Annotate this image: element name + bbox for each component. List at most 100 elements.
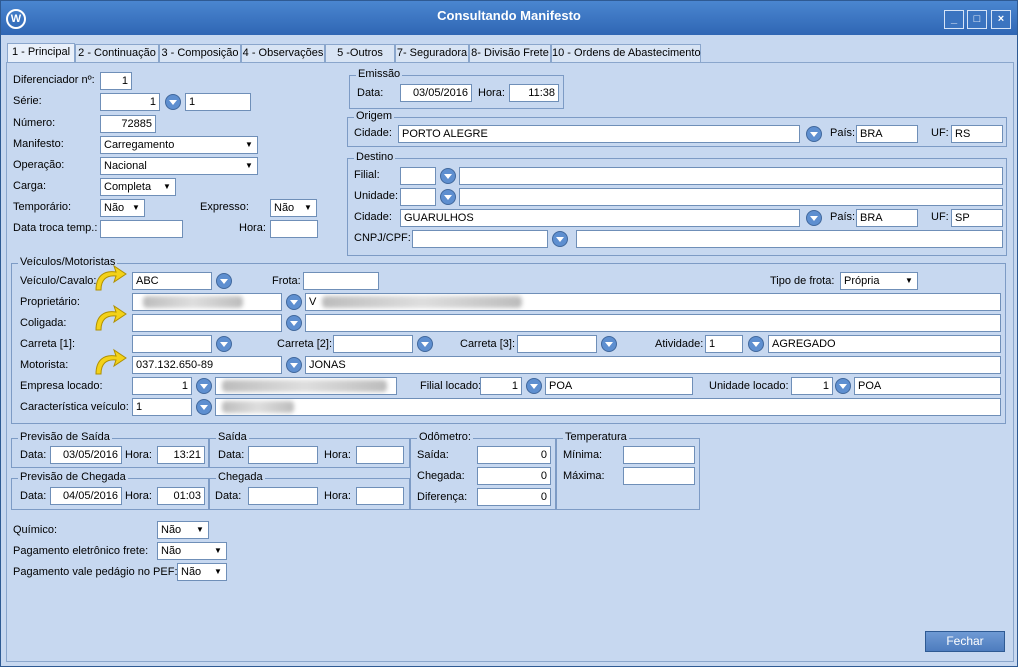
saida-data-field[interactable] — [248, 446, 318, 464]
emissao-data-label: Data: — [357, 87, 384, 99]
origem-pais-field[interactable]: BRA — [856, 125, 918, 143]
unidade-locado-lookup-icon[interactable] — [835, 378, 851, 394]
atividade-field[interactable]: 1 — [705, 335, 743, 353]
origem-cidade-field[interactable]: PORTO ALEGRE — [398, 125, 800, 143]
temporario-select[interactable]: Não ▼ — [100, 199, 145, 217]
motorista-field[interactable]: 037.132.650-89 — [132, 356, 282, 374]
prev-chegada-hora-field[interactable]: 01:03 — [157, 487, 205, 505]
motorista-lookup-icon[interactable] — [286, 357, 302, 373]
empresa-locado-lookup-icon[interactable] — [196, 378, 212, 394]
prev-saida-hora-field[interactable]: 13:21 — [157, 446, 205, 464]
tab-seguradora[interactable]: 7- Seguradora — [395, 44, 469, 62]
carreta2-lookup-icon[interactable] — [417, 336, 433, 352]
filial-locado-lookup-icon[interactable] — [526, 378, 542, 394]
tab-observacoes[interactable]: 4 - Observações — [241, 44, 325, 62]
numero-field[interactable]: 72885 — [100, 115, 156, 133]
carga-select[interactable]: Completa ▼ — [100, 178, 176, 196]
tipo-frota-select[interactable]: Própria ▼ — [840, 272, 918, 290]
coligada-lookup-icon[interactable] — [286, 315, 302, 331]
destino-cidade-field[interactable]: GUARULHOS — [400, 209, 800, 227]
atividade-lookup-icon[interactable] — [748, 336, 764, 352]
veiculo-field[interactable]: ABC — [132, 272, 212, 290]
motorista-label: Motorista: — [20, 359, 69, 371]
destino-unidade-lookup-icon[interactable] — [440, 189, 456, 205]
destino-uf-field[interactable]: SP — [951, 209, 1003, 227]
data-troca-field[interactable] — [100, 220, 183, 238]
filial-locado-name[interactable]: POA — [545, 377, 693, 395]
minimize-button[interactable]: _ — [944, 10, 964, 29]
saida-hora-field[interactable] — [356, 446, 404, 464]
manifesto-select[interactable]: Carregamento ▼ — [100, 136, 258, 154]
unidade-locado-field[interactable]: 1 — [791, 377, 833, 395]
destino-cnpj-lookup-icon[interactable] — [552, 231, 568, 247]
empresa-locado-field[interactable]: 1 — [132, 377, 192, 395]
caracteristica-name[interactable] — [215, 398, 1001, 416]
destino-filial-name[interactable] — [459, 167, 1003, 185]
proprietario-name[interactable]: V — [305, 293, 1001, 311]
maximize-button[interactable]: □ — [967, 10, 987, 29]
hora-troca-field[interactable] — [270, 220, 318, 238]
destino-cidade-lookup-icon[interactable] — [806, 210, 822, 226]
carreta2-field[interactable] — [333, 335, 413, 353]
tab-ordens-abastecimento[interactable]: 10 - Ordens de Abastecimento — [551, 44, 701, 62]
diferenciador-field[interactable]: 1 — [100, 72, 132, 90]
tab-outros[interactable]: 5 -Outros — [325, 44, 395, 62]
serie-field-2[interactable]: 1 — [185, 93, 251, 111]
hora-troca-label: Hora: — [239, 222, 266, 234]
pagamento-pedagio-select[interactable]: Não ▼ — [177, 563, 227, 581]
serie-lookup-icon[interactable] — [165, 94, 181, 110]
destino-unidade-field[interactable] — [400, 188, 436, 206]
proprietario-field[interactable] — [132, 293, 282, 311]
carreta3-field[interactable] — [517, 335, 597, 353]
destino-cnpj-field[interactable] — [412, 230, 548, 248]
prev-chegada-data-field[interactable]: 04/05/2016 — [50, 487, 122, 505]
serie-field[interactable]: 1 — [100, 93, 160, 111]
caracteristica-lookup-icon[interactable] — [196, 399, 212, 415]
destino-filial-field[interactable] — [400, 167, 436, 185]
tab-principal[interactable]: 1 - Principal — [7, 43, 75, 62]
temperatura-minima-field[interactable] — [623, 446, 695, 464]
destino-pais-field[interactable]: BRA — [856, 209, 918, 227]
origem-uf-field[interactable]: RS — [951, 125, 1003, 143]
expresso-select[interactable]: Não ▼ — [270, 199, 317, 217]
chegada-data-field[interactable] — [248, 487, 318, 505]
odometro-chegada-field[interactable]: 0 — [477, 467, 551, 485]
tab-continuacao[interactable]: 2 - Continuação — [75, 44, 159, 62]
quimico-select[interactable]: Não ▼ — [157, 521, 209, 539]
unidade-locado-label: Unidade locado: — [709, 380, 789, 392]
carreta1-field[interactable] — [132, 335, 212, 353]
carreta1-lookup-icon[interactable] — [216, 336, 232, 352]
origem-cidade-lookup-icon[interactable] — [806, 126, 822, 142]
destino-filial-lookup-icon[interactable] — [440, 168, 456, 184]
tab-divisao-frete[interactable]: 8- Divisão Frete — [469, 44, 551, 62]
frota-field[interactable] — [303, 272, 379, 290]
odometro-diferenca-field[interactable]: 0 — [477, 488, 551, 506]
filial-locado-field[interactable]: 1 — [480, 377, 522, 395]
chegada-hora-field[interactable] — [356, 487, 404, 505]
odometro-saida-field[interactable]: 0 — [477, 446, 551, 464]
pagamento-eletronico-select[interactable]: Não ▼ — [157, 542, 227, 560]
fechar-button[interactable]: Fechar — [925, 631, 1005, 652]
emissao-hora-field[interactable]: 11:38 — [509, 84, 559, 102]
tab-composicao[interactable]: 3 - Composição — [159, 44, 241, 62]
destino-cnpj-name[interactable] — [576, 230, 1003, 248]
quimico-label: Químico: — [13, 524, 58, 536]
close-window-button[interactable]: × — [991, 10, 1011, 29]
temperatura-maxima-field[interactable] — [623, 467, 695, 485]
caracteristica-field[interactable]: 1 — [132, 398, 192, 416]
chegada-hora-label: Hora: — [324, 490, 351, 502]
motorista-name[interactable]: JONAS — [305, 356, 1001, 374]
veiculo-lookup-icon[interactable] — [216, 273, 232, 289]
destino-unidade-name[interactable] — [459, 188, 1003, 206]
emissao-data-field[interactable]: 03/05/2016 — [400, 84, 472, 102]
operacao-select[interactable]: Nacional ▼ — [100, 157, 258, 175]
temperatura-maxima-label: Máxima: — [563, 470, 605, 482]
unidade-locado-name[interactable]: POA — [854, 377, 1001, 395]
carreta3-lookup-icon[interactable] — [601, 336, 617, 352]
atividade-name[interactable]: AGREGADO — [768, 335, 1001, 353]
coligada-name[interactable] — [305, 314, 1001, 332]
coligada-field[interactable] — [132, 314, 282, 332]
prev-saida-data-field[interactable]: 03/05/2016 — [50, 446, 122, 464]
empresa-locado-name[interactable] — [215, 377, 397, 395]
proprietario-lookup-icon[interactable] — [286, 294, 302, 310]
